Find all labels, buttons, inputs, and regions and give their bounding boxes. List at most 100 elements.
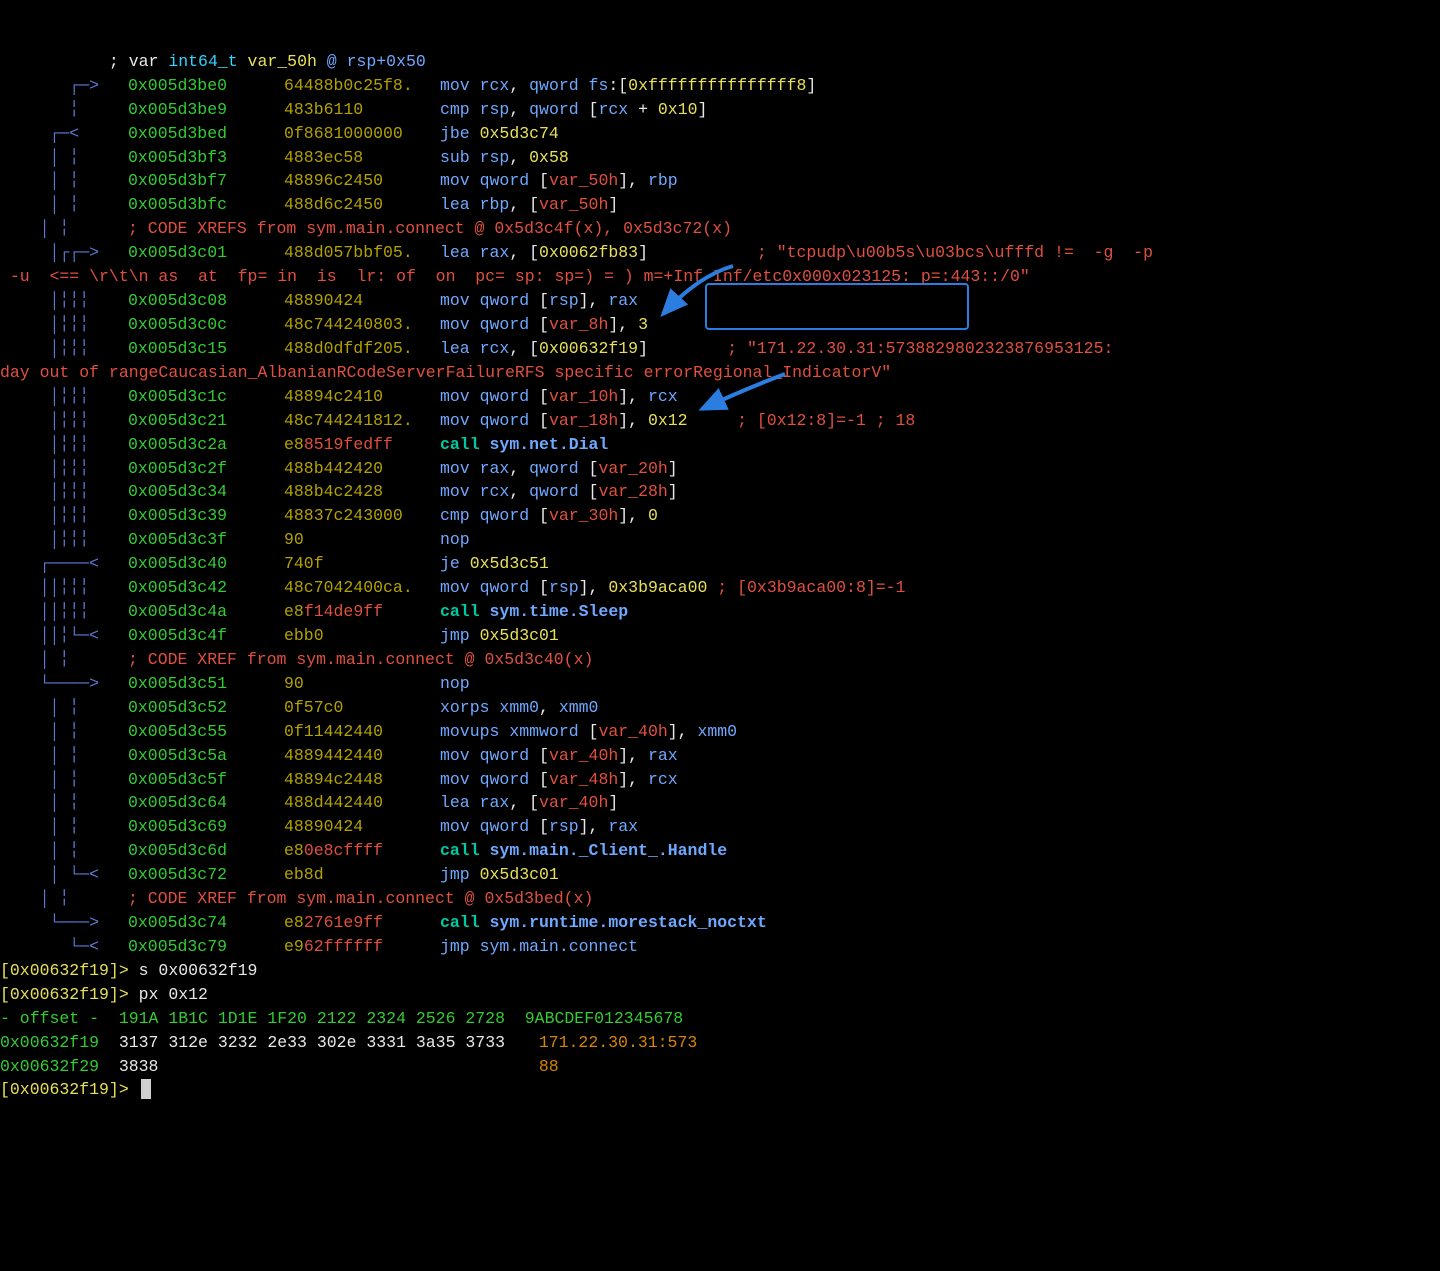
address: 0x005d3be0 — [128, 76, 227, 95]
hex-bytes: e8 — [284, 841, 304, 860]
disasm-row: ┌─< 0x005d3bed0f8681000000jbe 0x5d3c74 — [0, 122, 1440, 146]
disasm-row: └────> 0x005d3c5190nop — [0, 672, 1440, 696]
operands: mov rcx, qword fs:[0xfffffffffffffff8] — [440, 74, 816, 98]
flow-col: │╎╎╎ — [0, 313, 128, 337]
flow-col: │ ╎ — [0, 193, 128, 217]
flow-col: │ ╎ — [0, 720, 128, 744]
disasm-row: │ ╎ 0x005d3c520f57c0xorps xmm0, xmm0 — [0, 696, 1440, 720]
var-declaration: ; var int64_t var_50h @ rsp+0x50 — [0, 50, 1440, 74]
flow-col: │ ╎ — [0, 768, 128, 792]
disasm-row: │ ╎ 0x005d3c5a4889442440mov qword [var_4… — [0, 744, 1440, 768]
flow-col: │╎╎╎ — [0, 409, 128, 433]
address: 0x005d3c6d — [128, 841, 227, 860]
hex-bytes: 48890424 — [284, 291, 363, 310]
disasm-row: ││╎└─< 0x005d3c4febb0jmp 0x5d3c01 — [0, 624, 1440, 648]
prompt-line[interactable]: [0x00632f19]> — [0, 1078, 1440, 1102]
code-xref: │ ╎ ; CODE XREF from sym.main.connect @ … — [0, 648, 1440, 672]
disasm-row: ││╎╎╎ 0x005d3c4ae8f14de9ffcall sym.time.… — [0, 600, 1440, 624]
hex-bytes: 48894c2410 — [284, 387, 383, 406]
disasm-row: │ ╎ 0x005d3c5f48894c2448mov qword [var_4… — [0, 768, 1440, 792]
address: 0x005d3c40 — [128, 554, 227, 573]
hexdump-row: 0x00632f19 3137 312e 3232 2e33 302e 3331… — [0, 1031, 1440, 1055]
operands: sub rsp, 0x58 — [440, 146, 569, 170]
flow-col: │╎╎╎ — [0, 433, 128, 457]
address: 0x005d3c51 — [128, 674, 227, 693]
string-ref: "171.22.30.31:5738829802323876953125: — [747, 339, 1113, 358]
flow-col: ┌─< — [0, 122, 128, 146]
address: 0x005d3bf3 — [128, 148, 227, 167]
hex-bytes: 488d6c2450 — [284, 195, 383, 214]
disasm-row: │╎╎╎ 0x005d3c3f90nop — [0, 528, 1440, 552]
address: 0x005d3c5f — [128, 770, 227, 789]
flow-col: └─< — [0, 935, 128, 959]
hex-bytes: e8 — [284, 602, 304, 621]
hex-bytes-suffix: 2761e9ff — [304, 913, 383, 932]
string-ref: "tcpudp\u00b5s\u03bcs\ufffd != -g -p — [777, 243, 1153, 262]
address: 0x005d3be9 — [128, 100, 227, 119]
disasm-row: │ ╎ 0x005d3c6de80e8cffffcall sym.main._C… — [0, 839, 1440, 863]
hex-bytes-suffix: 0e8cffff — [304, 841, 383, 860]
prompt-line[interactable]: [0x00632f19]> px 0x12 — [0, 983, 1440, 1007]
address: 0x005d3c08 — [128, 291, 227, 310]
code-xref: │ ╎ ; CODE XREF from sym.main.connect @ … — [0, 887, 1440, 911]
disassembly-terminal[interactable]: ; var int64_t var_50h @ rsp+0x50 ┌─> 0x0… — [0, 0, 1440, 1270]
operands: mov qword [rsp], rax — [440, 289, 638, 313]
disasm-row: └───> 0x005d3c74e82761e9ffcall sym.runti… — [0, 911, 1440, 935]
operands: mov rax, qword [var_20h] — [440, 457, 678, 481]
prompt: [0x00632f19]> — [0, 1080, 139, 1099]
disasm-row: │╎╎╎ 0x005d3c0848890424mov qword [rsp], … — [0, 289, 1440, 313]
disasm-row: │╎╎╎ 0x005d3c2f488b442420mov rax, qword … — [0, 457, 1440, 481]
inline-comment: [0x12:8]=-1 ; 18 — [757, 411, 915, 430]
address: 0x005d3bed — [128, 124, 227, 143]
address: 0x005d3c74 — [128, 913, 227, 932]
flow-col: │ └─< — [0, 863, 128, 887]
address: 0x005d3c79 — [128, 937, 227, 956]
flow-col: ╎ — [0, 98, 128, 122]
address: 0x005d3c64 — [128, 793, 227, 812]
operands: lea rax, [var_40h] — [440, 791, 618, 815]
operands: call sym.net.Dial — [440, 433, 608, 457]
hex-bytes: e8 — [284, 435, 304, 454]
flow-col: └───> — [0, 911, 128, 935]
hex-bytes: 4883ec58 — [284, 148, 363, 167]
hex-ascii: 171.22.30.31:573 — [539, 1033, 697, 1052]
command-input[interactable]: px 0x12 — [139, 985, 208, 1004]
hex-bytes: 48c744240803. — [284, 315, 413, 334]
command-input[interactable]: s 0x00632f19 — [139, 961, 258, 980]
address: 0x005d3c4f — [128, 626, 227, 645]
prompt-line[interactable]: [0x00632f19]> s 0x00632f19 — [0, 959, 1440, 983]
operands: lea rcx, [0x00632f19] ; "171.22.30.31:57… — [440, 337, 1113, 361]
address: 0x005d3c0c — [128, 315, 227, 334]
operands: nop — [440, 672, 470, 696]
operands: call sym.runtime.morestack_noctxt — [440, 911, 767, 935]
flow-col: ││╎╎╎ — [0, 600, 128, 624]
address: 0x005d3c01 — [128, 243, 227, 262]
flow-col: │ ╎ — [0, 791, 128, 815]
string-continuation: day out of rangeCaucasian_AlbanianRCodeS… — [0, 361, 1440, 385]
flow-col: │ ╎ — [0, 839, 128, 863]
hex-bytes: e9 — [284, 937, 304, 956]
flow-col: └────> — [0, 672, 128, 696]
hex-bytes: 3137 312e 3232 2e33 302e 3331 3a35 3733 — [119, 1031, 539, 1055]
flow-col: ││╎╎╎ — [0, 576, 128, 600]
operands: xorps xmm0, xmm0 — [440, 696, 598, 720]
operands: nop — [440, 528, 470, 552]
address: 0x005d3c4a — [128, 602, 227, 621]
address: 0x005d3bf7 — [128, 171, 227, 190]
operands: jbe 0x5d3c74 — [440, 122, 559, 146]
disasm-row: │╎╎╎ 0x005d3c34488b4c2428mov rcx, qword … — [0, 480, 1440, 504]
disasm-row: │┌┌─> 0x005d3c01488d057bbf05.lea rax, [0… — [0, 241, 1440, 265]
address: 0x005d3c52 — [128, 698, 227, 717]
address: 0x005d3c72 — [128, 865, 227, 884]
operands: mov qword [rsp], 0x3b9aca00 ; [0x3b9aca0… — [440, 576, 905, 600]
hex-bytes-suffix: 8519fedff — [304, 435, 393, 454]
flow-col: │╎╎╎ — [0, 480, 128, 504]
flow-col: ┌────< — [0, 552, 128, 576]
hex-bytes: 740f — [284, 554, 324, 573]
hex-bytes: 48890424 — [284, 817, 363, 836]
flow-col: │ ╎ — [0, 744, 128, 768]
disasm-row: │ └─< 0x005d3c72eb8djmp 0x5d3c01 — [0, 863, 1440, 887]
address: 0x005d3c55 — [128, 722, 227, 741]
address: 0x005d3bfc — [128, 195, 227, 214]
hex-bytes: 488b442420 — [284, 459, 383, 478]
